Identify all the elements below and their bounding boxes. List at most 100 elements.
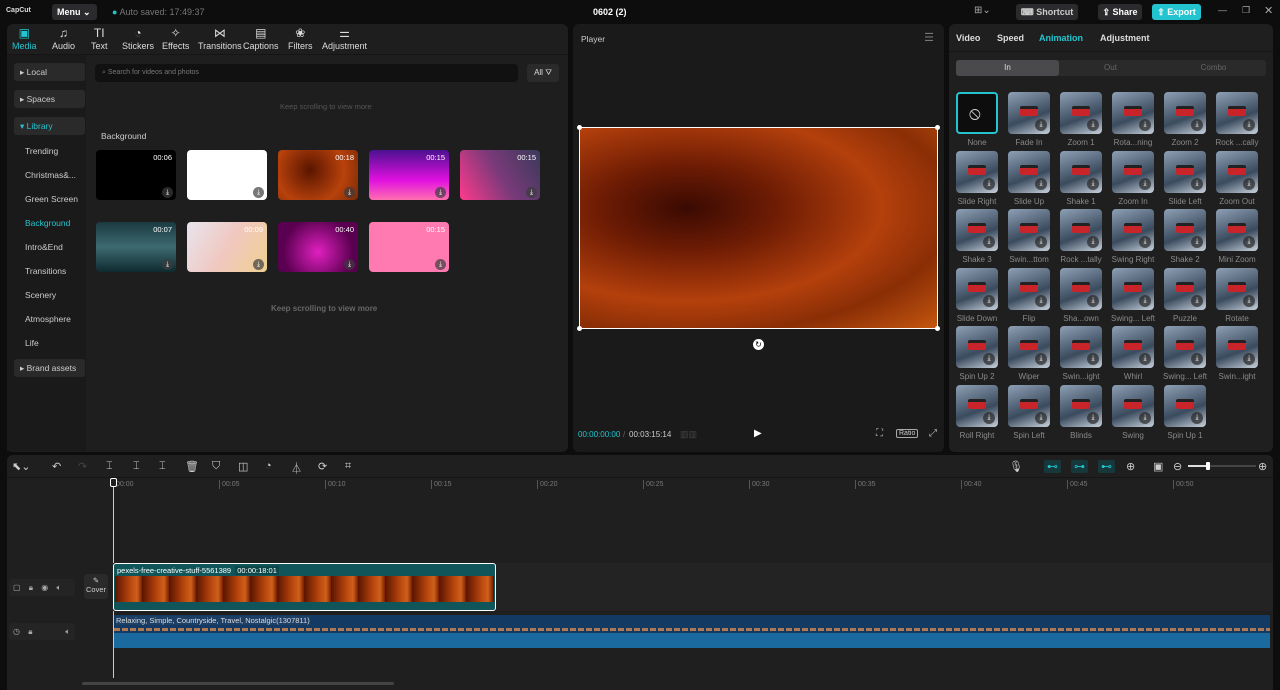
media-thumbnail[interactable]: 00:18 ⤓ — [278, 150, 358, 200]
menu-button[interactable]: Menu ⌄ — [52, 4, 97, 20]
animation-preset[interactable]: ⤓ — [956, 385, 998, 427]
thumbnail-icon[interactable]: ▣ — [1153, 460, 1163, 473]
download-icon[interactable]: ⤓ — [1243, 294, 1255, 307]
media-thumbnail[interactable]: 00:15 ⤓ — [369, 222, 449, 272]
animation-preset[interactable]: ⤓ — [1112, 209, 1154, 252]
animation-preset[interactable]: ⤓ — [1060, 385, 1102, 427]
download-icon[interactable]: ⤓ — [1191, 412, 1203, 424]
linkage-icon[interactable]: ⊷ — [1098, 460, 1115, 473]
tab-stickers[interactable]: ◔ Stickers — [122, 26, 154, 51]
subtab-combo[interactable]: Combo — [1162, 60, 1265, 76]
animation-preset[interactable]: ⤓ — [1216, 267, 1258, 310]
rotate-handle-icon[interactable]: ↻ — [753, 339, 764, 350]
download-icon[interactable]: ⤓ — [983, 294, 995, 307]
animation-preset[interactable]: ⤓ — [1008, 150, 1050, 193]
split-right-icon[interactable]: ⌶ — [159, 460, 166, 473]
download-icon[interactable]: ⤓ — [1243, 236, 1255, 249]
audio-clip[interactable]: Relaxing, Simple, Countryside, Travel, N… — [114, 615, 1270, 648]
lock-icon[interactable]: 🔒︎ — [28, 627, 32, 636]
sidebar-category[interactable]: Life — [14, 334, 85, 352]
animation-preset[interactable]: ⤓ — [1112, 385, 1154, 427]
split-icon[interactable]: ⌶ — [106, 460, 113, 473]
main-track-magnet-icon[interactable]: ⊷ — [1044, 460, 1061, 473]
sidebar-category[interactable]: Scenery — [14, 286, 85, 304]
animation-preset[interactable]: ⤓ — [1112, 150, 1154, 193]
download-icon[interactable]: ⤓ — [983, 177, 995, 190]
tab-transitions[interactable]: ⋈ Transitions — [198, 26, 242, 51]
download-icon[interactable]: ⤓ — [344, 187, 355, 198]
animation-preset[interactable]: ⤓ — [1060, 150, 1102, 193]
animation-preset[interactable]: ⤓ — [1060, 92, 1102, 134]
download-icon[interactable]: ⤓ — [253, 259, 264, 270]
sidebar-category[interactable]: Transitions — [14, 262, 85, 280]
close-button[interactable]: ✕ — [1264, 4, 1273, 17]
download-icon[interactable]: ⤓ — [1191, 177, 1203, 190]
download-icon[interactable]: ⤓ — [1035, 177, 1047, 190]
animation-preset[interactable]: ⦸ — [956, 92, 998, 134]
resize-handle[interactable] — [577, 326, 582, 331]
inspector-tab-video[interactable]: Video — [956, 33, 980, 43]
download-icon[interactable]: ⤓ — [1035, 236, 1047, 249]
media-thumbnail[interactable]: 00:15 ⤓ — [460, 150, 540, 200]
animation-preset[interactable]: ⤓ — [956, 326, 998, 369]
subtab-in[interactable]: In — [956, 60, 1059, 76]
media-thumbnail[interactable]: 00:06 ⤓ — [187, 150, 267, 200]
search-input[interactable]: ⌕ Search for videos and photos — [95, 64, 518, 82]
play-button[interactable]: ▶ — [754, 428, 762, 439]
cover-button[interactable]: ✎ Cover — [84, 574, 108, 599]
delete-icon[interactable]: 🗑︎ — [185, 460, 199, 473]
sidebar-brand-assets[interactable]: ▸ Brand assets — [14, 359, 85, 377]
animation-preset[interactable]: ⤓ — [1008, 92, 1050, 134]
preview-axis-icon[interactable]: ⊕ — [1126, 460, 1135, 473]
tab-captions[interactable]: ▤ Captions — [243, 26, 279, 51]
crop-icon[interactable]: ⌗ — [345, 460, 351, 473]
reverse-icon[interactable]: ◔ — [265, 460, 272, 472]
download-icon[interactable]: ⤓ — [1191, 353, 1203, 366]
animation-preset[interactable]: ⤓ — [956, 150, 998, 193]
video-clip[interactable]: pexels-free-creative-stuff-5561389 00:00… — [113, 563, 496, 611]
fullscreen-icon[interactable]: ⤢ — [929, 428, 937, 439]
animation-preset[interactable]: ⤓ — [1164, 209, 1206, 252]
animation-preset[interactable]: ⤓ — [1008, 267, 1050, 310]
animation-preset[interactable]: ⤓ — [1060, 209, 1102, 252]
video-preview[interactable] — [577, 125, 940, 331]
tab-adjustment[interactable]: ⚌ Adjustment — [322, 26, 367, 51]
inspector-tab-adjustment[interactable]: Adjustment — [1100, 33, 1150, 43]
sidebar-category[interactable]: Christmas&... — [14, 166, 85, 184]
animation-preset[interactable]: ⤓ — [1112, 326, 1154, 369]
download-icon[interactable]: ⤓ — [1139, 294, 1151, 307]
animation-preset[interactable]: ⤓ — [1008, 385, 1050, 427]
tab-effects[interactable]: ✧ Effects — [162, 26, 189, 51]
sidebar-spaces[interactable]: ▸ Spaces — [14, 90, 85, 108]
mute-icon[interactable]: 🔈︎ — [57, 583, 62, 592]
media-thumbnail[interactable]: 00:07 ⤓ — [96, 222, 176, 272]
filter-button[interactable]: All ⛛ — [527, 64, 559, 82]
share-button[interactable]: ⇪ Share — [1098, 4, 1142, 20]
download-icon[interactable]: ⤓ — [1035, 294, 1047, 307]
download-icon[interactable]: ⤓ — [983, 236, 995, 249]
resize-handle[interactable] — [577, 125, 582, 130]
download-icon[interactable]: ⤓ — [1087, 177, 1099, 190]
tab-media[interactable]: ▣ Media — [12, 26, 37, 51]
microphone-icon[interactable]: 🎙︎ — [1009, 460, 1023, 473]
animation-preset[interactable]: ⤓ — [1060, 267, 1102, 310]
download-icon[interactable]: ⤓ — [1087, 412, 1099, 424]
download-icon[interactable]: ⤓ — [1139, 412, 1151, 424]
animation-preset[interactable]: ⤓ — [1164, 92, 1206, 134]
tab-audio[interactable]: ♫ Audio — [52, 26, 75, 51]
zoom-fit-icon[interactable]: ⛶ — [876, 428, 883, 439]
animation-preset[interactable]: ⤓ — [956, 209, 998, 252]
maximize-button[interactable]: ❐ — [1242, 5, 1250, 16]
sidebar-library[interactable]: ▾ Library — [14, 117, 85, 135]
inspector-tab-animation[interactable]: Animation — [1039, 33, 1083, 43]
download-icon[interactable]: ⤓ — [1191, 236, 1203, 249]
sidebar-category[interactable]: Green Screen — [14, 190, 85, 208]
horizontal-scrollbar[interactable] — [82, 682, 394, 685]
download-icon[interactable]: ⤓ — [1243, 119, 1255, 131]
animation-preset[interactable]: ⤓ — [956, 267, 998, 310]
media-thumbnail[interactable]: 00:06 ⤓ — [96, 150, 176, 200]
download-icon[interactable]: ⤓ — [1139, 119, 1151, 131]
animation-preset[interactable]: ⤓ — [1112, 92, 1154, 134]
animation-preset[interactable]: ⤓ — [1216, 209, 1258, 252]
lock-icon[interactable]: 🔒︎ — [29, 583, 33, 592]
